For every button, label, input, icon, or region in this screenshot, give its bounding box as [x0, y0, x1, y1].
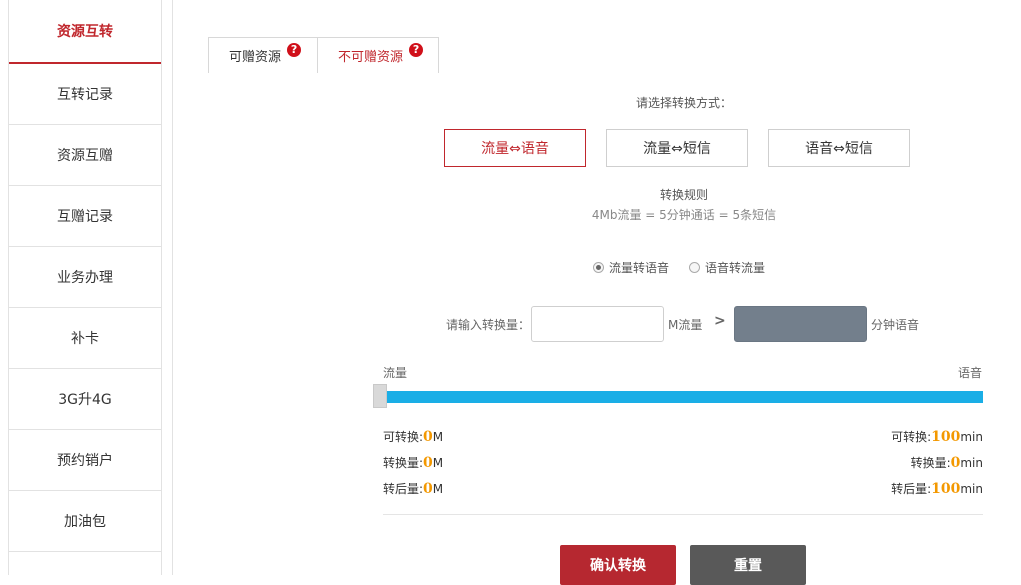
amount-input[interactable]: [531, 306, 664, 342]
sidebar-item-resource-gift[interactable]: 资源互赠: [9, 125, 161, 186]
sidebar-item-replace-card[interactable]: 补卡: [9, 308, 161, 369]
rule-title: 转换规则: [659, 188, 708, 202]
tab-label: 不可赠资源: [338, 50, 404, 65]
sidebar-item-business[interactable]: 业务办理: [9, 247, 161, 308]
slider-handle[interactable]: [373, 384, 387, 408]
slider-track[interactable]: [373, 391, 983, 403]
radio-voice-to-data[interactable]: 语音转流量: [689, 259, 765, 276]
stat-left-amount: 转换量:0M: [383, 455, 444, 471]
stat-left-after: 转后量:0M: [383, 481, 444, 497]
mode-data-voice-button[interactable]: 流量⇔语音: [444, 129, 586, 167]
confirm-transfer-button[interactable]: 确认转换: [560, 545, 676, 585]
radio-checked-icon[interactable]: [593, 262, 604, 273]
section-divider: [383, 514, 983, 515]
stat-right-after: 转后量:100min: [891, 481, 983, 497]
help-icon[interactable]: ?: [409, 42, 424, 57]
mode-voice-sms-button[interactable]: 语音⇔短信: [768, 129, 910, 167]
result-unit: 分钟语音: [871, 318, 920, 332]
sidebar-item-data-addon[interactable]: 加油包: [9, 491, 161, 552]
sidebar-item-gift-records[interactable]: 互赠记录: [9, 186, 161, 247]
content-divider: [172, 0, 173, 575]
sidebar-item-resource-transfer[interactable]: 资源互转: [9, 0, 161, 64]
tab-giftable-resources[interactable]: 可赠资源 ?: [208, 37, 318, 73]
radio-data-to-voice[interactable]: 流量转语音: [593, 259, 669, 276]
amount-unit: M流量: [668, 318, 703, 332]
sidebar-item-3g-to-4g[interactable]: 3G升4G: [9, 369, 161, 430]
sidebar-item-cancel-account[interactable]: 预约销户: [9, 430, 161, 491]
direction-radio-group: 流量转语音 语音转流量: [593, 259, 765, 276]
help-icon[interactable]: ?: [287, 42, 302, 57]
rule-text: 4Mb流量 = 5分钟通话 = 5条短信: [591, 208, 777, 222]
amount-input-label: 请输入转换量：: [446, 318, 531, 332]
reset-button[interactable]: 重置: [690, 545, 806, 585]
sidebar-nav: 资源互转 互转记录 资源互赠 互赠记录 业务办理 补卡 3G升4G 预约销户 加…: [8, 0, 162, 575]
mode-data-sms-button[interactable]: 流量⇔短信: [606, 129, 748, 167]
sidebar-item-transfer-records[interactable]: 互转记录: [9, 64, 161, 125]
radio-unchecked-icon[interactable]: [689, 262, 701, 273]
slider-left-label: 流量: [383, 366, 408, 380]
result-display: [734, 306, 867, 342]
mode-prompt: 请选择转换方式：: [635, 96, 732, 110]
slider-right-label: 语音: [958, 366, 983, 380]
stat-right-available: 可转换:100min: [891, 429, 983, 445]
arrow-right-icon: >: [714, 313, 726, 329]
tab-label: 可赠资源: [229, 50, 282, 65]
tab-non-giftable-resources[interactable]: 不可赠资源 ?: [317, 37, 439, 73]
stat-left-available: 可转换:0M: [383, 429, 444, 445]
stat-right-amount: 转换量:0min: [910, 455, 983, 471]
